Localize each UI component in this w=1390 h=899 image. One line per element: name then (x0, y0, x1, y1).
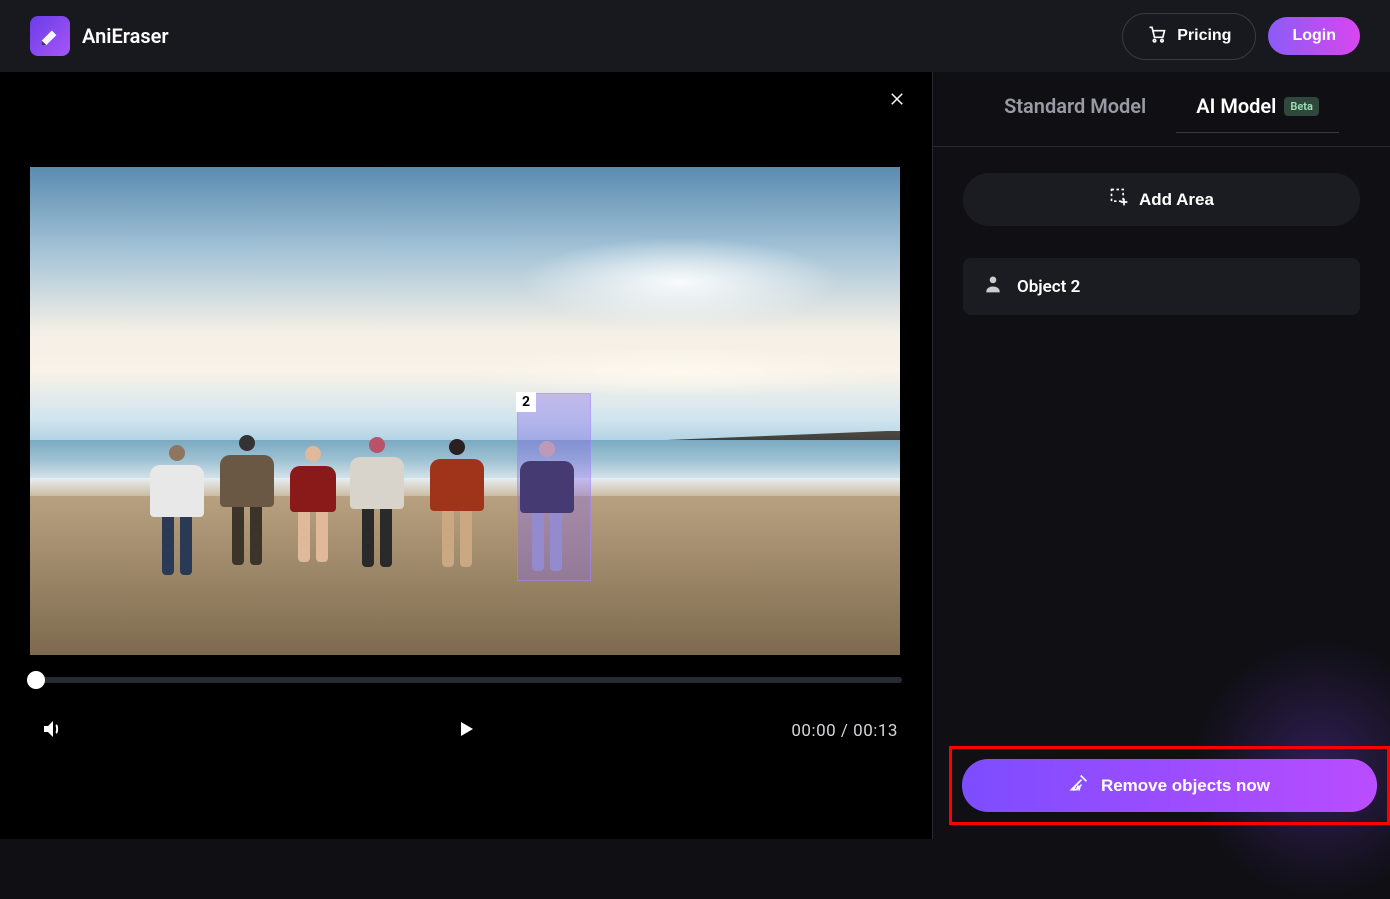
person-icon (983, 274, 1003, 299)
main-layout: 2 (0, 72, 1390, 839)
tab-standard-label: Standard Model (1004, 94, 1146, 118)
tab-standard-model[interactable]: Standard Model (1004, 94, 1146, 132)
play-button[interactable] (448, 711, 484, 750)
login-button[interactable]: Login (1268, 17, 1360, 55)
remove-objects-label: Remove objects now (1101, 776, 1270, 796)
object-item-label: Object 2 (1017, 277, 1080, 297)
app-logo-icon (30, 16, 70, 56)
header-actions: Pricing Login (1122, 13, 1360, 60)
login-label: Login (1292, 27, 1336, 44)
volume-button[interactable] (34, 711, 70, 750)
volume-icon (40, 729, 64, 744)
tab-ai-model[interactable]: AI Model Beta (1196, 94, 1319, 132)
time-separator: / (836, 721, 853, 741)
timeline-track[interactable] (30, 677, 902, 683)
video-scene-cloud (470, 347, 890, 397)
selection-box[interactable]: 2 (517, 393, 591, 581)
brand-name: AniEraser (82, 24, 169, 48)
video-scene-cloud (520, 237, 840, 327)
time-display: 00:00 / 00:13 (791, 721, 898, 741)
add-area-label: Add Area (1139, 190, 1214, 210)
timeline-handle[interactable] (27, 671, 45, 689)
player-controls: 00:00 / 00:13 (30, 711, 902, 750)
video-preview[interactable]: 2 (30, 167, 900, 655)
tabs-divider (933, 146, 1390, 147)
video-scene-person (220, 435, 274, 565)
time-total: 00:13 (853, 721, 898, 741)
broom-icon (1069, 773, 1089, 798)
brand: AniEraser (30, 16, 169, 56)
beta-badge: Beta (1284, 97, 1319, 116)
editor-area: 2 (0, 72, 932, 839)
app-header: AniEraser Pricing Login (0, 0, 1390, 72)
cta-highlight-box: Remove objects now (949, 746, 1390, 825)
selection-label: 2 (516, 392, 536, 412)
add-area-button[interactable]: Add Area (963, 173, 1360, 226)
side-panel: Standard Model AI Model Beta Add Area (932, 72, 1390, 839)
tab-ai-label: AI Model (1196, 94, 1276, 118)
time-current: 00:00 (791, 721, 836, 741)
cart-icon (1147, 24, 1167, 49)
pricing-label: Pricing (1177, 27, 1231, 45)
object-item[interactable]: Object 2 (963, 258, 1360, 315)
pricing-button[interactable]: Pricing (1122, 13, 1256, 60)
video-scene-person (430, 439, 484, 569)
video-scene-person (150, 445, 204, 575)
play-icon (454, 729, 478, 744)
add-area-icon (1109, 187, 1129, 212)
model-tabs: Standard Model AI Model Beta (963, 90, 1360, 146)
close-icon (888, 91, 906, 113)
video-scene-person (290, 446, 336, 570)
video-scene-person (350, 437, 404, 567)
remove-objects-button[interactable]: Remove objects now (962, 759, 1377, 812)
close-button[interactable] (888, 90, 906, 114)
